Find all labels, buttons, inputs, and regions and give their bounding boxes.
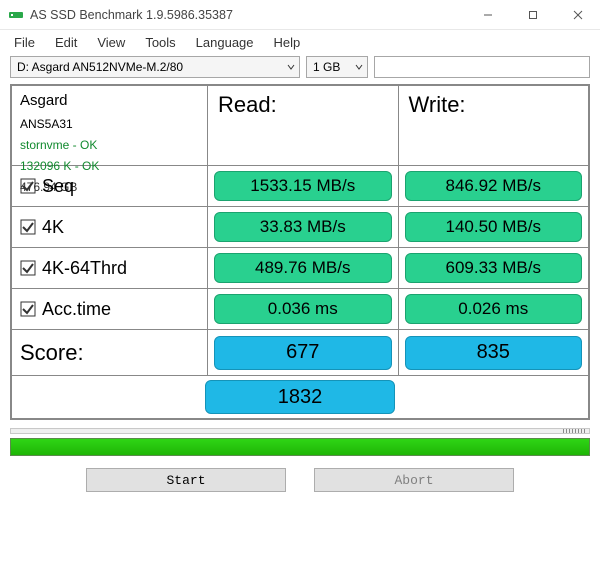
menu-tools[interactable]: Tools xyxy=(145,35,175,50)
score-read-value: 677 xyxy=(214,336,392,370)
abort-button: Abort xyxy=(314,468,514,492)
progress-bar-current xyxy=(10,428,590,434)
close-button[interactable] xyxy=(555,0,600,30)
drive-vendor: Asgard xyxy=(20,92,68,111)
score-total-value: 1832 xyxy=(205,380,395,414)
minimize-button[interactable] xyxy=(465,0,510,30)
seq-write-value: 846.92 MB/s xyxy=(405,171,583,201)
drive-select[interactable]: D: Asgard AN512NVMe-M.2/80 xyxy=(10,56,300,78)
driver-status: stornvme - OK xyxy=(20,138,97,153)
checkbox-4k[interactable] xyxy=(20,219,36,235)
drive-model: ANS5A31 xyxy=(20,117,73,132)
row-4k: 4K 33.83 MB/s 140.50 MB/s xyxy=(12,207,588,248)
read-header: Read: xyxy=(208,86,399,165)
button-row: Start Abort xyxy=(0,468,600,492)
drive-select-value: D: Asgard AN512NVMe-M.2/80 xyxy=(17,60,183,74)
menu-view[interactable]: View xyxy=(97,35,125,50)
checkbox-seq[interactable] xyxy=(20,178,36,194)
chevron-down-icon xyxy=(351,60,363,74)
progress-area xyxy=(10,428,590,456)
menu-bar: File Edit View Tools Language Help xyxy=(0,30,600,54)
row-acc: Acc.time 0.036 ms 0.026 ms xyxy=(12,289,588,330)
label-4k: 4K xyxy=(42,217,64,238)
drive-info-cell: Asgard ANS5A31 stornvme - OK 132096 K - … xyxy=(12,86,208,165)
write-header: Write: xyxy=(399,86,589,165)
menu-file[interactable]: File xyxy=(14,35,35,50)
results-grid: Asgard ANS5A31 stornvme - OK 132096 K - … xyxy=(10,84,590,420)
chevron-down-icon xyxy=(283,60,295,74)
acc-write-value: 0.026 ms xyxy=(405,294,583,324)
size-select-value: 1 GB xyxy=(313,60,340,74)
maximize-button[interactable] xyxy=(510,0,555,30)
checkbox-4k64[interactable] xyxy=(20,260,36,276)
window-titlebar: AS SSD Benchmark 1.9.5986.35387 xyxy=(0,0,600,30)
label-acc: Acc.time xyxy=(42,299,111,320)
checkbox-acc[interactable] xyxy=(20,301,36,317)
k4_64-read-value: 489.76 MB/s xyxy=(214,253,392,283)
size-select[interactable]: 1 GB xyxy=(306,56,368,78)
seq-read-value: 1533.15 MB/s xyxy=(214,171,392,201)
control-row: D: Asgard AN512NVMe-M.2/80 1 GB xyxy=(0,54,600,82)
k4-write-value: 140.50 MB/s xyxy=(405,212,583,242)
row-4k64: 4K-64Thrd 489.76 MB/s 609.33 MB/s xyxy=(12,248,588,289)
k4-read-value: 33.83 MB/s xyxy=(214,212,392,242)
score-label: Score: xyxy=(12,330,208,375)
score-write-value: 835 xyxy=(405,336,583,370)
menu-edit[interactable]: Edit xyxy=(55,35,77,50)
window-title: AS SSD Benchmark 1.9.5986.35387 xyxy=(30,8,233,22)
start-button[interactable]: Start xyxy=(86,468,286,492)
row-score: Score: 677 835 xyxy=(12,330,588,376)
row-total-score: 1832 xyxy=(12,376,588,418)
menu-language[interactable]: Language xyxy=(196,35,254,50)
acc-read-value: 0.036 ms xyxy=(214,294,392,324)
filter-input[interactable] xyxy=(374,56,590,78)
progress-bar-total xyxy=(10,438,590,456)
label-seq: Seq xyxy=(42,176,74,197)
row-seq: Seq 1533.15 MB/s 846.92 MB/s xyxy=(12,166,588,207)
k4_64-write-value: 609.33 MB/s xyxy=(405,253,583,283)
label-4k64: 4K-64Thrd xyxy=(42,258,127,279)
menu-help[interactable]: Help xyxy=(274,35,301,50)
app-icon xyxy=(8,7,24,23)
header-row: Asgard ANS5A31 stornvme - OK 132096 K - … xyxy=(12,86,588,166)
